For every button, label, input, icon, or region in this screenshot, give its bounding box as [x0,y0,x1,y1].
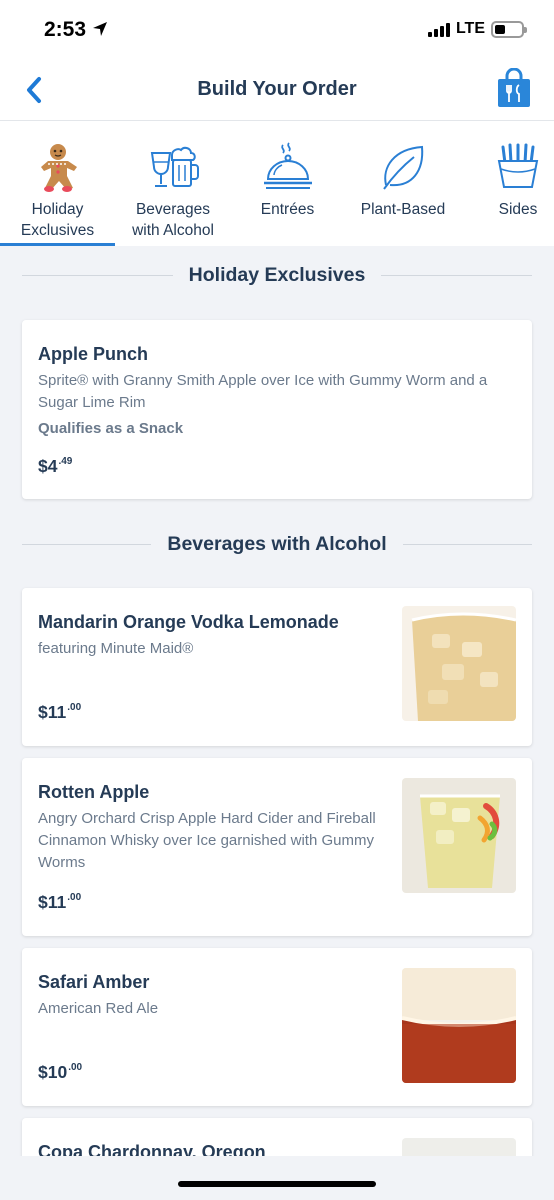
menu-item-card[interactable]: Apple Punch Sprite® with Granny Smith Ap… [22,320,532,499]
bottom-safe-area [0,1156,554,1200]
item-description: American Red Ale [38,1000,159,1017]
menu-item-card[interactable]: Rotten Apple Angry Orchard Crisp Apple H… [22,758,532,936]
tab-label-line1: Sides [498,201,538,218]
fries-icon [497,143,539,188]
page-title: Build Your Order [197,78,357,100]
item-price: $11.00 [38,892,82,912]
item-note: Qualifies as a Snack [38,420,184,437]
home-indicator[interactable] [178,1181,376,1187]
section-title: Holiday Exclusives [188,263,366,286]
menu-item-card[interactable]: Safari Amber American Red Ale $10.00 [22,948,532,1106]
section-header: Holiday Exclusives [22,260,533,290]
cloche-icon [263,142,312,189]
tab-label-line1: Beverages [135,201,211,218]
item-photo [402,968,516,1083]
tab-label-line1: Holiday [31,201,84,218]
item-price: $10.00 [38,1062,83,1082]
item-name: Apple Punch [38,344,149,364]
leaf-icon [383,145,424,190]
signal-icon [427,21,450,37]
section-title: Beverages with Alcohol [167,532,387,555]
item-photo [402,1138,516,1156]
status-bar: 2:53 LTE [0,0,554,62]
item-description: featuring Minute Maid® [38,640,194,657]
gingerbread-icon [40,144,77,192]
tab-holiday-exclusives[interactable]: Holiday Exclusives [0,121,115,246]
item-price: $4.49 [38,456,73,476]
tab-beverages-with-alcohol[interactable]: Beverages with Alcohol [118,121,228,246]
battery-icon [491,20,527,38]
item-name: Mandarin Orange Vodka Lemonade [38,612,339,632]
section-header: Beverages with Alcohol [22,529,533,559]
menu-list: Holiday Exclusives Apple Punch Sprite® w… [0,246,554,1156]
tab-sides[interactable]: Sides [482,121,554,246]
item-photo [402,778,516,893]
status-time: 2:53 [44,18,108,42]
tab-label-line1: Entrées [260,201,315,218]
item-name: Rotten Apple [38,782,150,802]
tab-label-line2: Exclusives [20,222,95,239]
tab-label-line2: with Alcohol [132,222,214,239]
tab-entrees[interactable]: Entrées [240,121,335,246]
item-price: $11.00 [38,702,82,722]
location-arrow-icon [92,22,107,36]
status-indicators: LTE [427,20,527,38]
item-photo [402,606,516,721]
menu-item-card[interactable]: Copa Chardonnay, Oregon [22,1118,532,1156]
wine-beer-icon [150,146,199,187]
bag-button[interactable] [496,67,532,108]
menu-item-card[interactable]: Mandarin Orange Vodka Lemonade featuring… [22,588,532,746]
nav-bar: Build Your Order [0,62,554,120]
item-description: Sprite® with Granny Smith Apple over Ice… [38,372,488,411]
item-name: Copa Chardonnay, Oregon [38,1142,266,1156]
item-name: Safari Amber [38,972,150,992]
carrier-label: LTE [455,20,485,37]
item-description: Angry Orchard Crisp Apple Hard Cider and… [38,810,376,871]
category-tabs: Holiday Exclusives Beverages with Alcoho… [0,120,554,246]
tab-plant-based[interactable]: Plant-Based [352,121,454,246]
shopping-bag-icon [498,67,530,107]
tab-label-line1: Plant-Based [360,201,446,218]
